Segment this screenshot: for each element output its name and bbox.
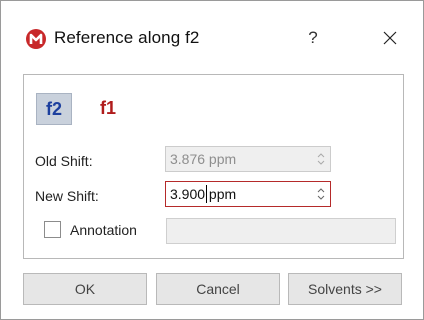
annotation-label: Annotation	[70, 222, 137, 238]
reference-panel: f2 f1 Old Shift: 3.876 ppm New Shift: 3.…	[23, 74, 404, 259]
annotation-input	[166, 218, 396, 244]
help-button[interactable]: ?	[298, 25, 328, 51]
ok-button[interactable]: OK	[23, 273, 147, 305]
tab-f2[interactable]: f2	[36, 93, 72, 125]
close-icon	[383, 31, 397, 45]
spin-arrows-icon	[317, 153, 325, 165]
new-shift-input[interactable]: 3.900 ppm	[165, 181, 331, 207]
old-shift-label: Old Shift:	[35, 153, 93, 169]
text-cursor	[206, 185, 207, 203]
mnova-logo-icon	[26, 29, 46, 49]
tab-f1[interactable]: f1	[94, 93, 122, 123]
spin-arrows-icon[interactable]	[315, 184, 327, 204]
close-button[interactable]	[375, 25, 405, 51]
reference-dialog: Reference along f2 ? f2 f1 Old Shift: 3.…	[0, 0, 424, 320]
window-title: Reference along f2	[54, 28, 200, 47]
old-shift-field: 3.876 ppm	[165, 146, 331, 172]
solvents-button[interactable]: Solvents >>	[288, 273, 402, 305]
title-bar[interactable]: Reference along f2 ?	[1, 1, 423, 73]
cancel-button[interactable]: Cancel	[156, 273, 280, 305]
new-shift-label: New Shift:	[35, 188, 99, 204]
annotation-checkbox[interactable]	[44, 221, 61, 238]
new-shift-value: 3.900 ppm	[170, 186, 237, 202]
old-shift-value: 3.876 ppm	[170, 151, 237, 167]
